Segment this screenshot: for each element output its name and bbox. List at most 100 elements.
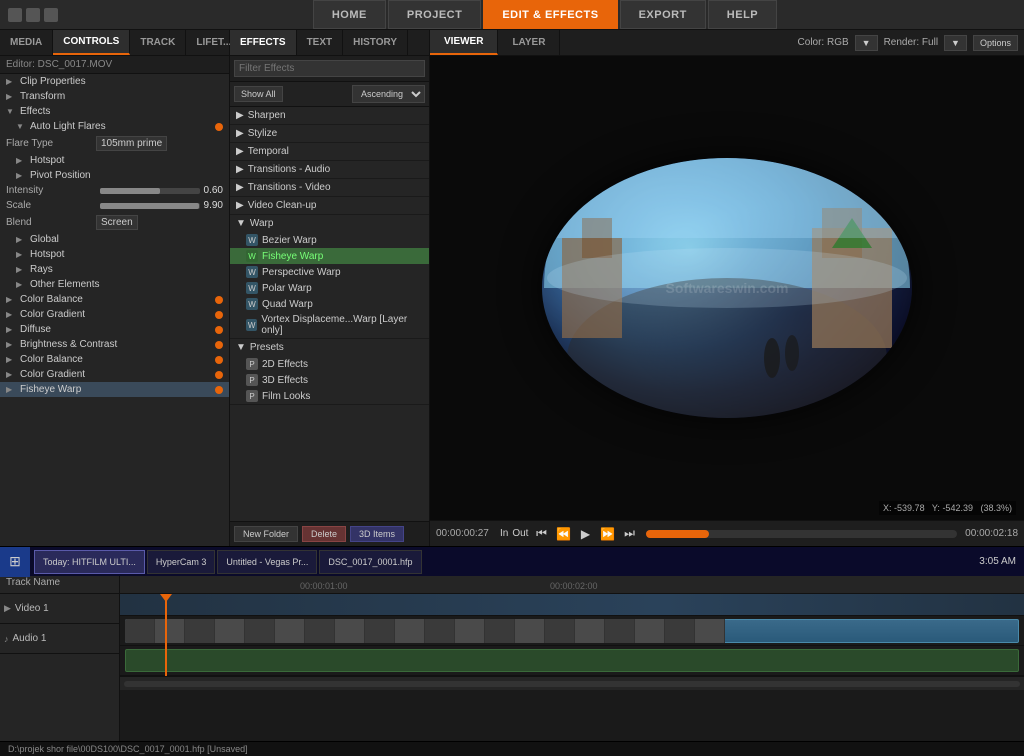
play-button[interactable]: ▶ — [576, 525, 594, 543]
tree-item-other-elements[interactable]: ▶ Other Elements — [0, 277, 229, 292]
effect-group-header[interactable]: ▶ Transitions - Video — [230, 179, 429, 196]
effect-item-vortex-warp[interactable]: W Vortex Displaceme...Warp [Layer only] — [230, 312, 429, 338]
nav-project[interactable]: PROJECT — [388, 0, 481, 29]
orange-indicator — [215, 371, 223, 379]
effect-item-fisheye-warp[interactable]: W Fisheye Warp — [230, 248, 429, 264]
tab-effects[interactable]: EFFECTS — [230, 30, 297, 55]
arrow-icon: ▶ — [6, 310, 16, 319]
play-forward-button[interactable]: ⏩ — [598, 525, 616, 543]
nav-edit-effects[interactable]: EDIT & EFFECTS — [483, 0, 617, 29]
tree-item-rays[interactable]: ▶ Rays — [0, 262, 229, 277]
item-label: Clip Properties — [20, 76, 86, 87]
tab-layer[interactable]: LAYER — [498, 30, 560, 55]
effect-label: Film Looks — [262, 391, 310, 402]
effect-group-warp: ▼ Warp W Bezier Warp W Fisheye Warp W Pe… — [230, 215, 429, 339]
tree-item-color-balance2[interactable]: ▶ Color Balance — [0, 352, 229, 367]
timeline-nav — [120, 676, 1024, 690]
timeline-scrollbar[interactable] — [124, 681, 1020, 687]
timeline-audio-track-row[interactable] — [120, 646, 1024, 676]
tab-media[interactable]: MEDIA — [0, 30, 53, 55]
tree-item-color-gradient2[interactable]: ▶ Color Gradient — [0, 367, 229, 382]
thumb-tile — [425, 619, 455, 643]
tree-item-brightness-contrast[interactable]: ▶ Brightness & Contrast — [0, 337, 229, 352]
viewer-canvas[interactable]: X: -539.78 Y: -542.39 (38.3%) Softwaresw… — [430, 56, 1024, 520]
tree-item-effects[interactable]: ▼ Effects — [0, 104, 229, 119]
tree-item-fisheye-warp[interactable]: ▶ Fisheye Warp — [0, 382, 229, 397]
skip-end-button[interactable]: ⏭ — [620, 525, 638, 543]
track-row-audio1: ♪ Audio 1 — [0, 624, 119, 654]
effect-icon: W — [246, 298, 258, 310]
taskbar-item-label: HyperCam 3 — [156, 557, 207, 567]
play-back-button[interactable]: ⏪ — [554, 525, 572, 543]
tree-item-clip-properties[interactable]: ▶ Clip Properties — [0, 74, 229, 89]
maximize-button[interactable] — [26, 8, 40, 22]
tab-track[interactable]: TRACK — [130, 30, 186, 55]
arrow-icon: ▶ — [6, 340, 16, 349]
effect-item-2d-effects[interactable]: P 2D Effects — [230, 356, 429, 372]
intensity-value: 0.60 — [204, 185, 223, 196]
taskbar-item-hypercam[interactable]: HyperCam 3 — [147, 550, 216, 574]
delete-button[interactable]: Delete — [302, 526, 346, 542]
nav-home[interactable]: HOME — [313, 0, 386, 29]
tree-item-global[interactable]: ▶ Global — [0, 232, 229, 247]
tab-history[interactable]: HISTORY — [343, 30, 408, 55]
tree-item-color-gradient[interactable]: ▶ Color Gradient — [0, 307, 229, 322]
taskbar-item-vegas[interactable]: Untitled - Vegas Pr... — [217, 550, 317, 574]
effect-group-header[interactable]: ▶ Stylize — [230, 125, 429, 142]
effect-item-polar-warp[interactable]: W Polar Warp — [230, 280, 429, 296]
effect-item-quad-warp[interactable]: W Quad Warp — [230, 296, 429, 312]
arrow-icon: ▶ — [16, 250, 26, 259]
viewer-options: Color: RGB ▼ Render: Full ▼ Options — [798, 35, 1024, 51]
intensity-bar[interactable] — [100, 188, 200, 194]
effect-group-header[interactable]: ▶ Sharpen — [230, 107, 429, 124]
tree-item-color-balance[interactable]: ▶ Color Balance — [0, 292, 229, 307]
options-button[interactable]: Options — [973, 35, 1018, 51]
tree-item-diffuse[interactable]: ▶ Diffuse — [0, 322, 229, 337]
tree-item-auto-light-flares[interactable]: ▼ Auto Light Flares — [0, 119, 229, 134]
blend-dropdown[interactable]: Screen — [96, 215, 138, 230]
effect-group-header[interactable]: ▶ Temporal — [230, 143, 429, 160]
tree-item-hotspot[interactable]: ▶ Hotspot — [0, 153, 229, 168]
sort-dropdown[interactable]: Ascending — [352, 85, 425, 103]
taskbar: ⊞ Today: HITFILM ULTI... HyperCam 3 Unti… — [0, 546, 1024, 576]
effect-group-header[interactable]: ▶ Transitions - Audio — [230, 161, 429, 178]
tree-item-transform[interactable]: ▶ Transform — [0, 89, 229, 104]
effect-item-bezier-warp[interactable]: W Bezier Warp — [230, 232, 429, 248]
taskbar-item-dsc[interactable]: DSC_0017_0001.hfp — [319, 550, 421, 574]
playhead[interactable] — [165, 594, 167, 676]
effect-item-3d-effects[interactable]: P 3D Effects — [230, 372, 429, 388]
viewer-timeline-bar[interactable] — [646, 530, 957, 538]
editor-label: Editor: DSC_0017.MOV — [0, 56, 229, 74]
timeline-video-track-row[interactable]: DSC_0017.MOV — [120, 616, 1024, 646]
tab-controls[interactable]: CONTROLS — [53, 30, 130, 55]
3d-items-button[interactable]: 3D Items — [350, 526, 404, 542]
tab-viewer[interactable]: VIEWER — [430, 30, 498, 55]
effect-group-header[interactable]: ▶ Video Clean-up — [230, 197, 429, 214]
taskbar-item-hitfilm[interactable]: Today: HITFILM ULTI... — [34, 550, 145, 574]
effect-icon: W — [246, 234, 258, 246]
timeline-right[interactable]: 00:00:01:00 00:00:02:00 DSC_0017.MOV — [120, 572, 1024, 741]
effect-group-header-warp[interactable]: ▼ Warp — [230, 215, 429, 232]
arrow-icon: ▶ — [236, 164, 244, 175]
effect-item-perspective-warp[interactable]: W Perspective Warp — [230, 264, 429, 280]
render-option-button[interactable]: ▼ — [944, 35, 967, 51]
nav-help[interactable]: HELP — [708, 0, 777, 29]
flare-type-dropdown[interactable]: 105mm prime — [96, 136, 167, 151]
color-option-button[interactable]: ▼ — [855, 35, 878, 51]
tab-text[interactable]: TEXT — [297, 30, 344, 55]
rewind-button[interactable]: ⏮ — [532, 525, 550, 543]
effects-search-input[interactable] — [234, 60, 425, 77]
start-button[interactable]: ⊞ — [0, 547, 30, 577]
minimize-button[interactable] — [8, 8, 22, 22]
tree-item-hotspot2[interactable]: ▶ Hotspot — [0, 247, 229, 262]
item-label: Hotspot — [30, 155, 64, 166]
nav-export[interactable]: EXPORT — [620, 0, 706, 29]
scale-bar[interactable] — [100, 203, 200, 209]
show-all-button[interactable]: Show All — [234, 86, 283, 102]
new-folder-button[interactable]: New Folder — [234, 526, 298, 542]
close-button[interactable] — [44, 8, 58, 22]
effect-icon: W — [246, 282, 258, 294]
effect-group-header-presets[interactable]: ▼ Presets — [230, 339, 429, 356]
effect-item-film-looks[interactable]: P Film Looks — [230, 388, 429, 404]
tree-item-pivot-position[interactable]: ▶ Pivot Position — [0, 168, 229, 183]
